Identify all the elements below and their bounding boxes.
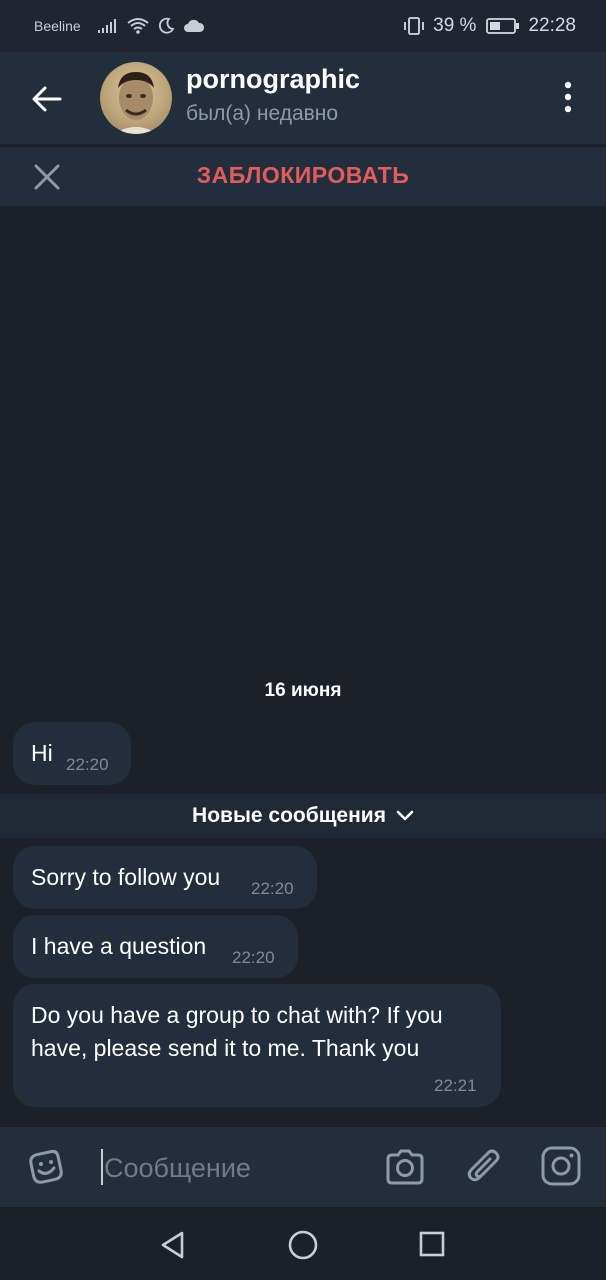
message-list[interactable]: 16 июня Hi 22:20 Новые сообщения Sorry t… xyxy=(0,206,606,1126)
signal-icon xyxy=(97,19,116,33)
chevron-down-icon xyxy=(396,810,414,821)
last-seen-status: был(а) недавно xyxy=(186,102,339,125)
telegram-chat-screen: Beeline 39 % 22:28 pornographic был(а) н… xyxy=(0,0,606,1280)
carrier-label: Beeline xyxy=(34,18,81,34)
avatar-photo-icon xyxy=(114,72,158,134)
new-messages-label: Новые сообщения xyxy=(192,804,386,827)
nav-recents-square-icon[interactable] xyxy=(418,1230,446,1258)
message-time: 22:21 xyxy=(434,1076,477,1095)
message-time: 22:20 xyxy=(66,755,109,774)
nav-back-triangle-icon[interactable] xyxy=(158,1229,188,1261)
battery-icon xyxy=(486,18,520,34)
message-text: Hi xyxy=(31,740,53,766)
message-text: I have a question xyxy=(31,933,207,959)
message-time: 22:20 xyxy=(232,948,275,967)
wifi-icon xyxy=(127,18,149,34)
three-dots-vertical-icon[interactable] xyxy=(560,80,576,114)
message-bubble[interactable]: Do you have a group to chat with? If you… xyxy=(13,984,501,1107)
message-text-line: have, please send it to me. Thank you xyxy=(31,1035,420,1061)
camera-icon[interactable] xyxy=(384,1147,426,1187)
block-user-button[interactable]: ЗАБЛОКИРОВАТЬ xyxy=(0,162,606,189)
new-messages-divider[interactable]: Новые сообщения xyxy=(0,794,606,838)
message-input-bar xyxy=(0,1126,606,1207)
arrow-left-icon[interactable] xyxy=(30,82,64,116)
date-separator: 16 июня xyxy=(264,680,342,701)
status-time: 22:28 xyxy=(528,15,576,36)
status-bar: Beeline 39 % 22:28 xyxy=(0,0,606,52)
block-action-bar: ЗАБЛОКИРОВАТЬ xyxy=(0,146,606,207)
nav-home-circle-icon[interactable] xyxy=(287,1229,319,1261)
status-left: Beeline xyxy=(34,17,205,35)
message-input[interactable] xyxy=(102,1145,366,1191)
message-time: 22:20 xyxy=(251,879,294,898)
sticker-smile-icon[interactable] xyxy=(26,1147,66,1187)
vibrate-icon xyxy=(404,17,425,35)
battery-percent: 39 % xyxy=(433,15,477,36)
system-navigation-bar xyxy=(0,1207,606,1280)
message-bubble[interactable]: Sorry to follow you 22:20 xyxy=(13,846,317,909)
message-text-line: Do you have a group to chat with? If you xyxy=(31,1002,443,1028)
status-right: 39 % 22:28 xyxy=(403,15,576,37)
chat-title[interactable]: pornographic xyxy=(186,64,360,95)
paperclip-icon[interactable] xyxy=(464,1145,504,1189)
message-text: Sorry to follow you xyxy=(31,864,221,890)
message-bubble[interactable]: Hi 22:20 xyxy=(13,722,131,785)
instagram-icon[interactable] xyxy=(540,1145,582,1187)
message-bubble[interactable]: I have a question 22:20 xyxy=(13,915,298,978)
chat-header: pornographic был(а) недавно xyxy=(0,52,606,144)
avatar[interactable] xyxy=(100,62,172,134)
cloud-icon xyxy=(183,19,204,32)
moon-icon xyxy=(158,17,175,34)
